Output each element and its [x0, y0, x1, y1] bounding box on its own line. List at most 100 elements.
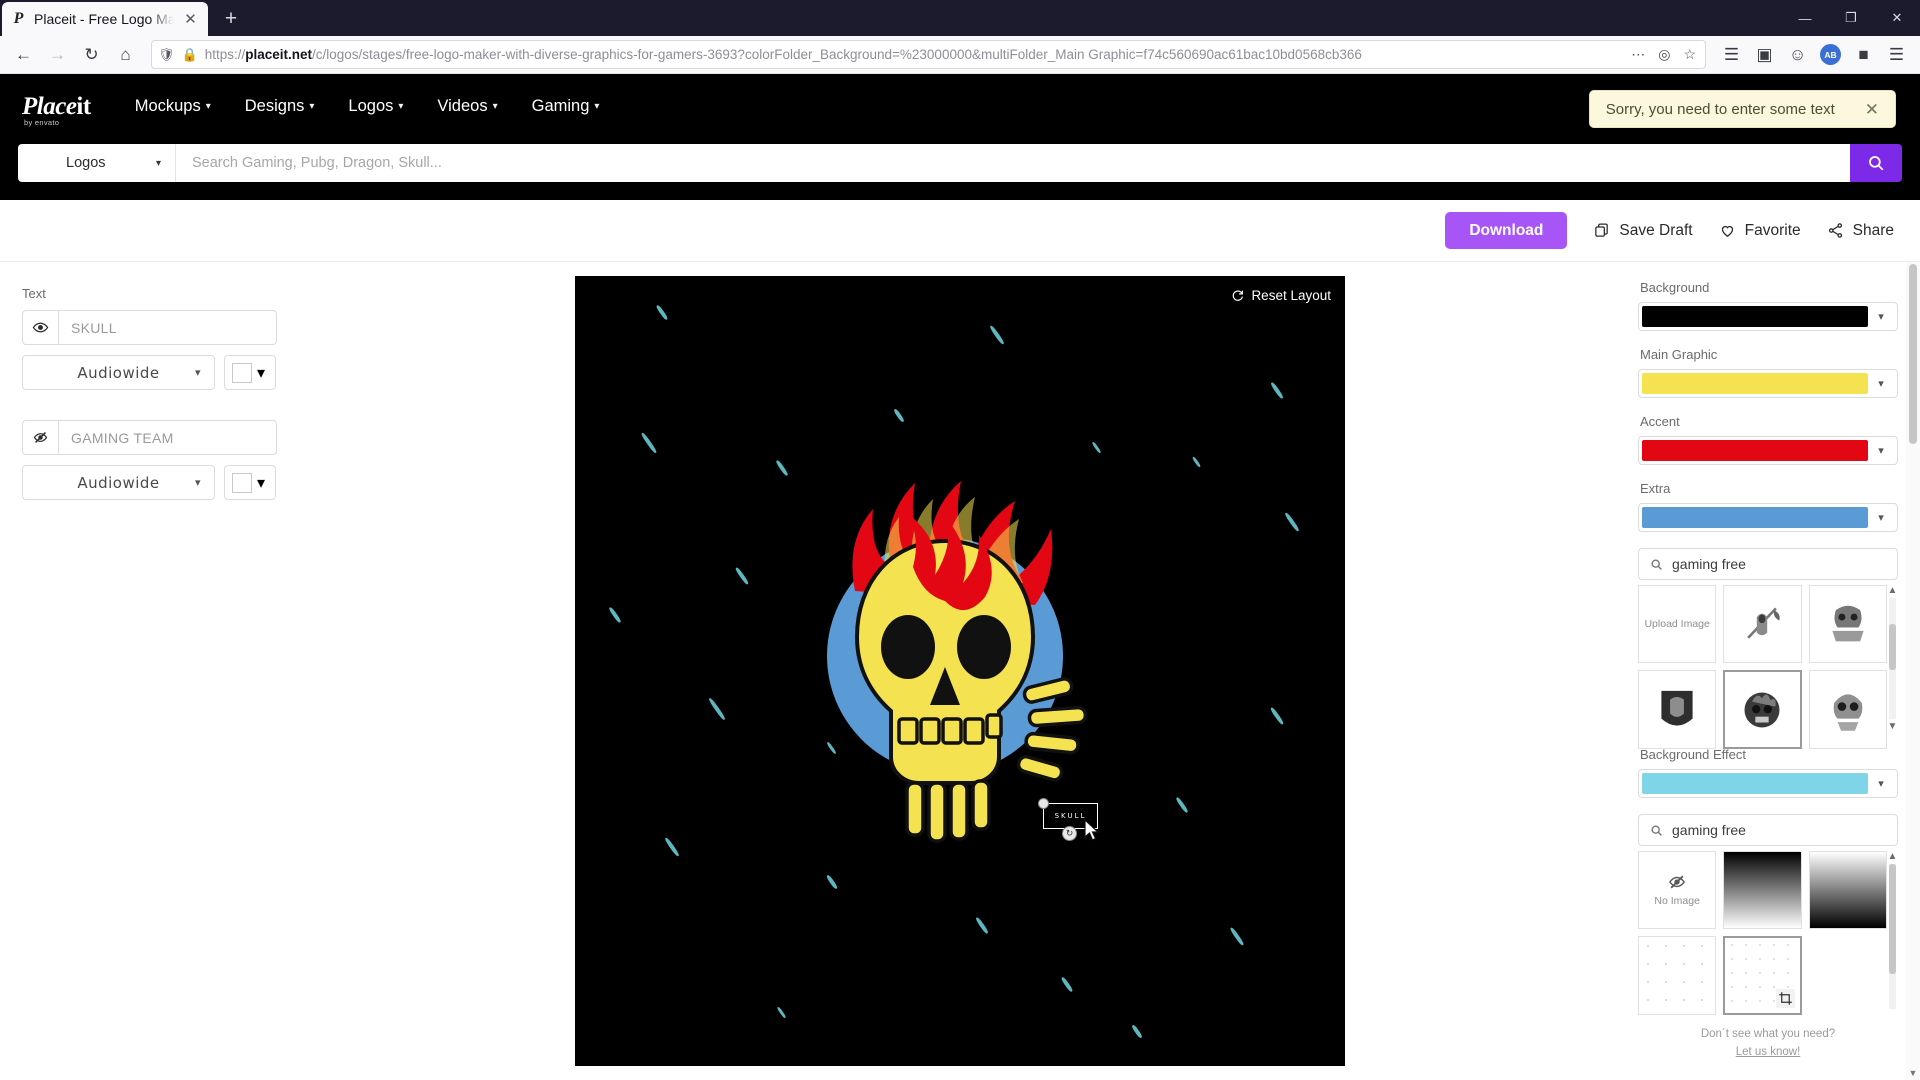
nav-label: Logos	[348, 96, 394, 115]
scroll-thumb[interactable]	[1889, 624, 1896, 670]
graphic-search-input[interactable]: gaming free	[1638, 548, 1898, 580]
thumb-upload-image[interactable]: Upload Image	[1638, 585, 1717, 664]
graphic-grid-scrollbar[interactable]: ▲ ▼	[1887, 585, 1898, 732]
save-draft-button[interactable]: Save Draft	[1593, 222, 1693, 240]
library-icon[interactable]: ☰	[1716, 39, 1747, 70]
thumb-skull-burst[interactable]	[1808, 585, 1887, 664]
nav-item-logos[interactable]: Logos ▾	[348, 97, 403, 116]
chevron-down-icon: ▾	[194, 366, 201, 379]
profile-avatar[interactable]: AB	[1815, 39, 1846, 70]
app-menu-icon[interactable]: ☰	[1881, 39, 1912, 70]
url-bar[interactable]: 🛡 🔒 https://placeit.net/c/logos/stages/f…	[151, 40, 1706, 69]
page-actions-icon[interactable]: ⋯	[1628, 46, 1648, 63]
minimize-icon[interactable]: —	[1782, 0, 1828, 36]
placeit-header: Placeit by envato Mockups ▾ Designs ▾ Lo…	[0, 74, 1920, 138]
text-row-1[interactable]: SKULL	[22, 310, 277, 345]
design-settings-panel: Background ▾ Main Graphic ▾ Accent ▾ Ext…	[1620, 262, 1920, 1080]
font-select-1[interactable]: Audiowide ▾	[22, 355, 215, 390]
accent-color-select[interactable]: ▾	[1638, 436, 1898, 465]
tracking-shield-icon[interactable]: 🛡	[158, 47, 175, 63]
page-scroll-down-icon[interactable]: ▼	[1906, 1068, 1920, 1078]
nav-item-gaming[interactable]: Gaming ▾	[532, 97, 600, 116]
placeit-logo[interactable]: Placeit by envato	[22, 94, 91, 126]
color-swatch	[232, 362, 252, 383]
text-input-2[interactable]: GAMING TEAM	[59, 421, 276, 454]
thumb-gradient-dark-bottom[interactable]	[1808, 851, 1887, 930]
thumb-gradient-dark-top[interactable]	[1723, 851, 1802, 930]
toggle-visibility-eye-off-icon[interactable]	[23, 421, 59, 454]
sidebar-icon[interactable]: ▣	[1749, 39, 1780, 70]
search-input[interactable]: Search Gaming, Pubg, Dragon, Skull...	[176, 144, 1850, 182]
thumb-brain-skull[interactable]	[1808, 670, 1887, 749]
rotate-handle[interactable]: ↻	[1062, 826, 1077, 841]
nav-item-videos[interactable]: Videos ▾	[437, 97, 497, 116]
background-effect-label: Background Effect	[1640, 747, 1746, 762]
close-toast-icon[interactable]: ✕	[1865, 101, 1879, 118]
effect-search-input[interactable]: gaming free	[1638, 814, 1898, 846]
eye-off-icon	[1669, 875, 1686, 889]
no-image-label: No Image	[1654, 895, 1700, 908]
thumb-sparse-dots[interactable]	[1638, 936, 1717, 1015]
font-select-2[interactable]: Audiowide ▾	[22, 465, 215, 500]
nav-item-designs[interactable]: Designs ▾	[245, 97, 315, 116]
nav-item-mockups[interactable]: Mockups ▾	[135, 97, 211, 116]
close-window-icon[interactable]: ✕	[1874, 0, 1920, 36]
reset-layout-button[interactable]: Reset Layout	[1231, 288, 1331, 303]
thumb-flame-skull[interactable]	[1723, 670, 1802, 749]
reload-icon[interactable]: ↻	[76, 39, 107, 70]
scroll-down-icon[interactable]: ▼	[1888, 721, 1898, 732]
editor-action-bar: Download Save Draft Favorite Share	[0, 200, 1920, 262]
chevron-down-icon: ▾	[257, 474, 266, 492]
extension-icon[interactable]: ■	[1848, 39, 1879, 70]
search-submit-button[interactable]	[1850, 144, 1902, 182]
scroll-up-icon[interactable]: ▲	[1888, 851, 1898, 862]
page-scrollbar[interactable]: ▼	[1906, 262, 1920, 1080]
scroll-track[interactable]	[1889, 598, 1896, 719]
download-button[interactable]: Download	[1445, 211, 1568, 250]
share-button[interactable]: Share	[1827, 222, 1894, 240]
text-section-label: Text	[22, 286, 46, 301]
main-graphic-color-select[interactable]: ▾	[1638, 369, 1898, 398]
scroll-thumb[interactable]	[1889, 864, 1896, 974]
search-icon	[1651, 558, 1662, 570]
toggle-visibility-eye-icon[interactable]	[23, 311, 59, 344]
extra-color-select[interactable]: ▾	[1638, 503, 1898, 532]
text-input-1[interactable]: SKULL	[59, 311, 276, 344]
account-icon[interactable]: ☺	[1782, 39, 1813, 70]
favorite-button[interactable]: Favorite	[1719, 222, 1801, 240]
scroll-track[interactable]	[1889, 864, 1896, 1009]
help-footnote: Don´t see what you need? Let us know!	[1638, 1025, 1898, 1062]
reader-mode-icon[interactable]: ◎	[1655, 46, 1673, 63]
let-us-know-link[interactable]: Let us know!	[1638, 1043, 1898, 1061]
graphic-thumbnail-grid: Upload Image	[1638, 585, 1898, 749]
text-row-2[interactable]: GAMING TEAM	[22, 420, 277, 455]
forward-icon[interactable]: →	[42, 39, 73, 70]
main-graphic-color-label: Main Graphic	[1640, 347, 1718, 362]
browser-tab[interactable]: P Placeit - Free Logo Maker with ✕	[2, 2, 208, 36]
close-tab-icon[interactable]: ✕	[181, 10, 200, 29]
new-tab-button[interactable]: +	[216, 3, 246, 33]
color-swatch-effect	[1642, 773, 1868, 794]
thumb-reaper[interactable]	[1723, 585, 1802, 664]
effect-grid-scrollbar[interactable]: ▲	[1887, 851, 1898, 1011]
background-color-select[interactable]: ▾	[1638, 302, 1898, 331]
search-category-select[interactable]: Logos ▾	[18, 144, 176, 182]
resize-handle-top-left[interactable]	[1038, 798, 1049, 809]
background-effect-color-select[interactable]: ▾	[1638, 769, 1898, 798]
page-scroll-thumb[interactable]	[1909, 264, 1917, 444]
reset-layout-label: Reset Layout	[1251, 288, 1331, 303]
logo-canvas[interactable]: Reset Layout SKULL ↻	[575, 276, 1345, 1066]
back-icon[interactable]: ←	[8, 39, 39, 70]
home-icon[interactable]: ⌂	[110, 39, 141, 70]
scroll-up-icon[interactable]: ▲	[1888, 585, 1898, 596]
text-color-select-1[interactable]: ▾	[224, 355, 276, 390]
text-color-select-2[interactable]: ▾	[224, 465, 276, 500]
thumb-no-image[interactable]: No Image	[1638, 851, 1717, 930]
thumb-soldier[interactable]	[1638, 670, 1717, 749]
thumb-dots-crop[interactable]	[1723, 936, 1802, 1015]
tab-title: Placeit - Free Logo Maker with	[34, 11, 174, 27]
maximize-icon[interactable]: ❐	[1828, 0, 1874, 36]
bookmark-star-icon[interactable]: ☆	[1680, 46, 1699, 63]
crop-icon[interactable]	[1775, 988, 1795, 1008]
selected-text-label: SKULL	[1054, 812, 1087, 820]
